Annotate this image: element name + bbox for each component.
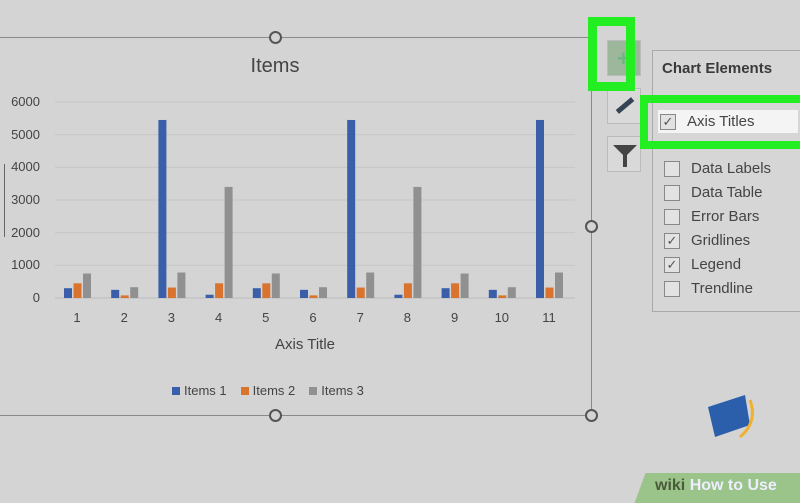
y-tick-label: 2000 — [11, 224, 40, 240]
y-tick-label: 4000 — [11, 159, 40, 175]
bar-items-2[interactable] — [262, 283, 271, 298]
legend-swatch — [172, 386, 180, 395]
bar-items-1[interactable] — [536, 119, 544, 298]
item-label: Error Bars — [691, 208, 760, 225]
bar-items-1[interactable] — [394, 294, 403, 298]
bar-items-2[interactable] — [73, 283, 82, 298]
bar-items-1[interactable] — [252, 288, 261, 298]
x-tick-label: 7 — [356, 310, 364, 325]
x-axis-title[interactable]: Axis Title — [230, 336, 380, 353]
x-tick-label: 9 — [450, 310, 459, 325]
y-tick-label: 3000 — [11, 192, 40, 207]
bar-items-1[interactable] — [300, 289, 308, 298]
bar-items-3[interactable] — [555, 272, 563, 298]
chart-element-trendline[interactable]: Trendline — [664, 280, 753, 297]
x-tick-label: 6 — [309, 310, 317, 325]
chart-filters-button[interactable] — [607, 136, 641, 172]
checkbox[interactable] — [664, 280, 680, 297]
bar-items-1[interactable] — [205, 294, 214, 298]
x-tick-label: 4 — [214, 310, 223, 325]
bar-items-2[interactable] — [167, 287, 176, 298]
y-tick-label: 5000 — [11, 126, 40, 142]
panel-title: Chart Elements — [662, 60, 773, 77]
item-label: Trendline — [691, 280, 753, 297]
plot-area — [55, 101, 575, 299]
x-tick-label: 3 — [167, 310, 175, 325]
chart-element-error-bars[interactable]: Error Bars — [664, 208, 759, 225]
bar-items-3[interactable] — [224, 186, 233, 298]
bar-items-2[interactable] — [545, 287, 554, 298]
y-tick-label: 0 — [32, 290, 40, 305]
checkbox[interactable]: ✓ — [664, 232, 680, 249]
chart-element-gridlines[interactable]: ✓ Gridlines — [664, 232, 750, 249]
bar-items-3[interactable] — [130, 287, 139, 298]
legend-label: Items 3 — [321, 383, 364, 398]
legend-entry[interactable]: Items 1 — [172, 383, 227, 398]
x-tick-label: 8 — [403, 310, 411, 325]
bar-items-2[interactable] — [403, 283, 412, 298]
chart-styles-button[interactable] — [607, 88, 641, 124]
bar-items-2[interactable] — [356, 287, 365, 298]
highlight-axis-titles — [640, 95, 800, 149]
chart-element-legend[interactable]: ✓ Legend — [664, 256, 741, 273]
bar-items-2[interactable] — [309, 295, 318, 298]
resize-handle-bottom-right[interactable] — [585, 409, 598, 422]
bar-items-3[interactable] — [460, 273, 469, 299]
legend[interactable]: Items 1 Items 2 Items 3 — [172, 383, 364, 398]
checkbox[interactable]: ✓ — [664, 256, 680, 273]
legend-swatch — [240, 386, 249, 395]
bar-items-1[interactable] — [441, 288, 450, 298]
y-tick-label: 6000 — [11, 94, 40, 109]
highlight-plus-button — [588, 17, 635, 91]
legend-entry[interactable]: Items 2 — [240, 383, 296, 398]
checkbox[interactable] — [664, 160, 680, 177]
checkbox[interactable] — [664, 184, 680, 201]
bar-items-3[interactable] — [319, 287, 327, 298]
bar-items-1[interactable] — [158, 119, 167, 298]
bar-items-3[interactable] — [366, 272, 375, 298]
item-label: Data Labels — [691, 160, 772, 177]
watermark-logo — [708, 395, 754, 439]
bar-items-3[interactable] — [177, 272, 186, 298]
legend-label: Items 2 — [252, 383, 296, 398]
bar-items-3[interactable] — [507, 287, 516, 298]
watermark-text: wiki How to Use — [655, 477, 777, 494]
resize-handle-bottom[interactable] — [269, 409, 282, 422]
bar-items-3[interactable] — [83, 273, 91, 299]
bar-items-2[interactable] — [451, 283, 460, 298]
bar-items-3[interactable] — [413, 186, 422, 298]
x-tick-label: 11 — [542, 310, 556, 325]
x-tick-label: 5 — [262, 310, 270, 325]
bar-items-1[interactable] — [64, 288, 72, 298]
item-label: Data Table — [691, 184, 763, 201]
checkbox[interactable] — [664, 208, 680, 225]
filter-icon — [613, 145, 637, 167]
item-label: Gridlines — [691, 232, 751, 249]
chart-element-data-labels[interactable]: Data Labels — [664, 160, 771, 177]
legend-label: Items 1 — [184, 383, 227, 398]
bar-items-2[interactable] — [215, 283, 224, 298]
x-tick-label: 1 — [73, 310, 81, 325]
chart-element-data-table[interactable]: Data Table — [664, 184, 762, 201]
bar-items-2[interactable] — [120, 295, 129, 298]
bar-items-1[interactable] — [111, 289, 120, 298]
legend-swatch — [309, 386, 318, 395]
bar-items-1[interactable] — [347, 119, 356, 298]
x-tick-label: 2 — [120, 310, 128, 325]
legend-entry[interactable]: Items 3 — [309, 383, 364, 398]
bar-items-3[interactable] — [271, 273, 280, 299]
bar-items-1[interactable] — [488, 289, 497, 298]
item-label: Legend — [691, 256, 742, 273]
bar-items-2[interactable] — [498, 295, 507, 298]
y-tick-label: 1000 — [11, 257, 40, 273]
x-tick-label: 10 — [494, 310, 510, 325]
brush-icon — [615, 97, 635, 114]
